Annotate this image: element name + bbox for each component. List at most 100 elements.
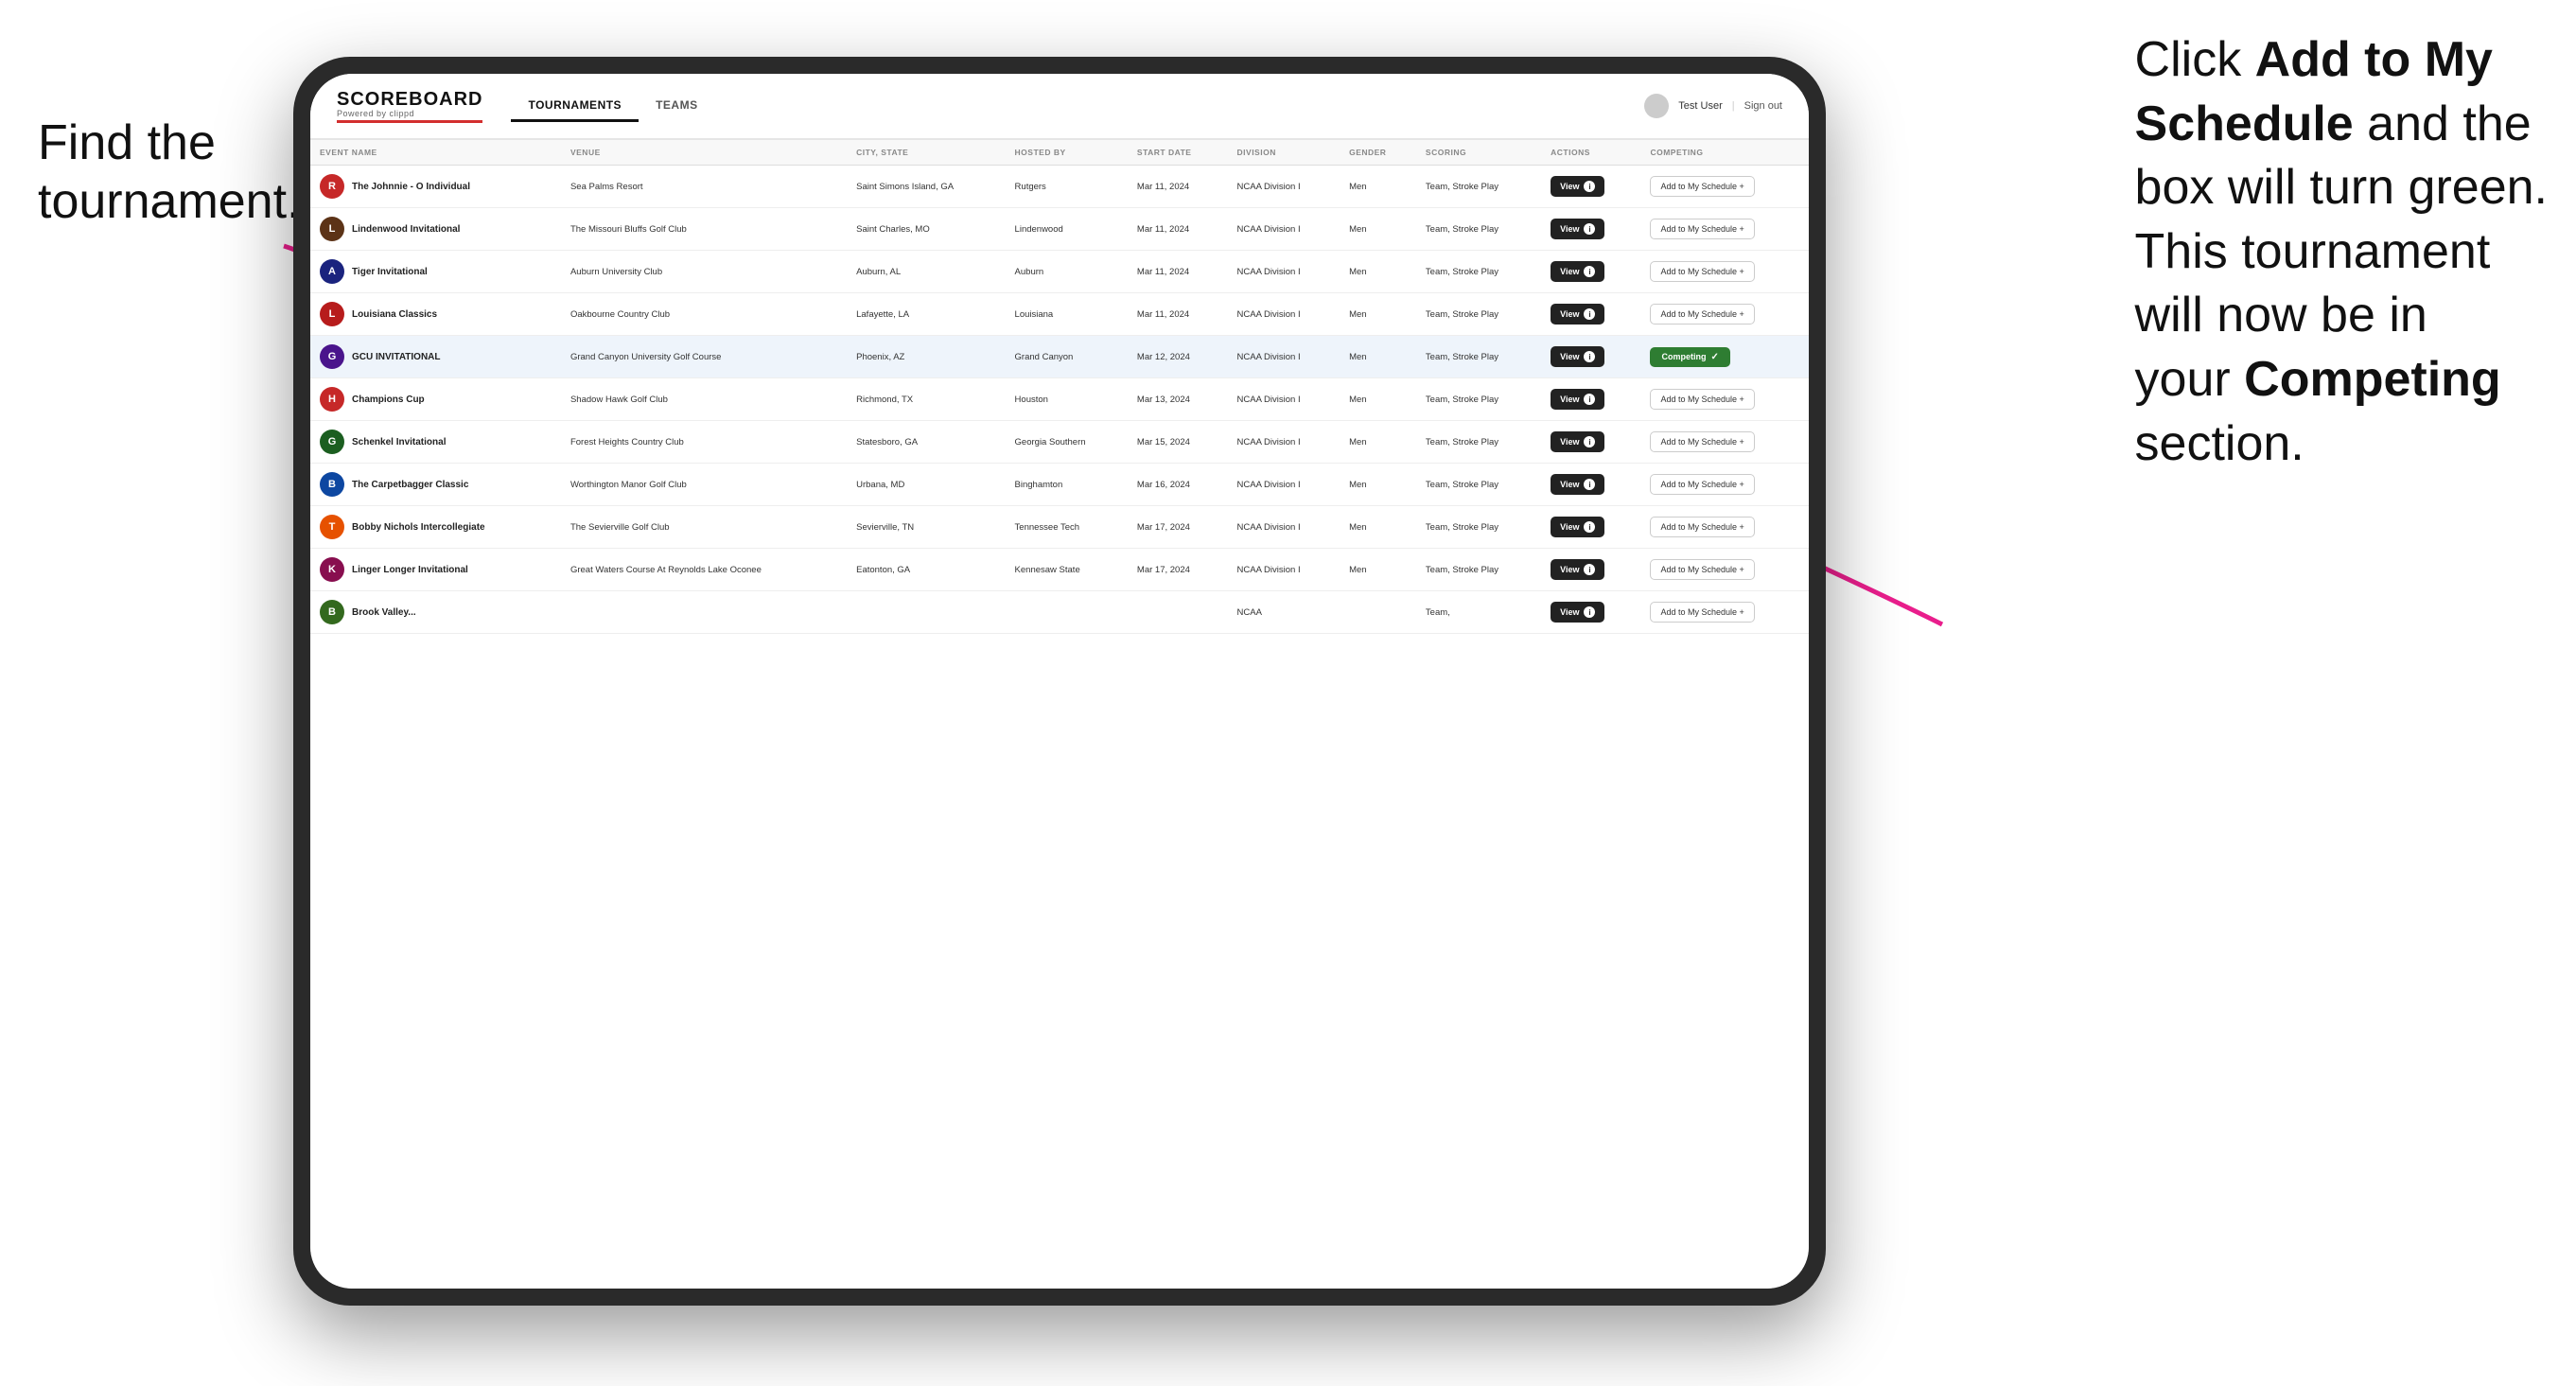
- cell-city-state: Urbana, MD: [847, 464, 1005, 506]
- info-icon: i: [1584, 436, 1595, 447]
- competing-cell: Add to My Schedule +: [1640, 251, 1809, 293]
- event-name: Bobby Nichols Intercollegiate: [352, 522, 485, 533]
- competing-cell: Add to My Schedule +: [1640, 591, 1809, 634]
- view-button[interactable]: View i: [1551, 304, 1604, 325]
- team-logo: A: [320, 259, 344, 284]
- add-to-schedule-button[interactable]: Add to My Schedule +: [1650, 261, 1754, 282]
- cell-hosted-by: Houston: [1006, 378, 1128, 421]
- cell-gender: Men: [1340, 421, 1416, 464]
- competing-cell: Competing ✓: [1640, 336, 1809, 378]
- cell-start-date: Mar 17, 2024: [1128, 549, 1228, 591]
- add-to-schedule-button[interactable]: Add to My Schedule +: [1650, 517, 1754, 537]
- competing-button[interactable]: Competing ✓: [1650, 347, 1729, 367]
- table-row: G GCU INVITATIONAL Grand Canyon Universi…: [310, 336, 1809, 378]
- view-button[interactable]: View i: [1551, 431, 1604, 452]
- cell-hosted-by: Kennesaw State: [1006, 549, 1128, 591]
- cell-venue: Forest Heights Country Club: [561, 421, 847, 464]
- event-name-cell: K Linger Longer Invitational: [310, 549, 561, 591]
- info-icon: i: [1584, 181, 1595, 192]
- cell-scoring: Team, Stroke Play: [1416, 506, 1541, 549]
- cell-gender: Men: [1340, 166, 1416, 208]
- cell-start-date: [1128, 591, 1228, 634]
- col-division: DIVISION: [1228, 140, 1341, 166]
- cell-division: NCAA Division I: [1228, 464, 1341, 506]
- cell-gender: Men: [1340, 464, 1416, 506]
- view-button[interactable]: View i: [1551, 559, 1604, 580]
- view-button[interactable]: View i: [1551, 517, 1604, 537]
- header-left: SCOREBOARD Powered by clippd TOURNAMENTS…: [337, 89, 715, 123]
- cell-division: NCAA Division I: [1228, 251, 1341, 293]
- event-name-cell: A Tiger Invitational: [310, 251, 561, 293]
- cell-hosted-by: Tennessee Tech: [1006, 506, 1128, 549]
- cell-venue: Worthington Manor Golf Club: [561, 464, 847, 506]
- event-name: Louisiana Classics: [352, 309, 437, 320]
- team-logo: L: [320, 302, 344, 326]
- competing-cell: Add to My Schedule +: [1640, 421, 1809, 464]
- add-to-schedule-button[interactable]: Add to My Schedule +: [1650, 602, 1754, 623]
- table-row: K Linger Longer Invitational Great Water…: [310, 549, 1809, 591]
- col-gender: GENDER: [1340, 140, 1416, 166]
- col-hosted-by: HOSTED BY: [1006, 140, 1128, 166]
- view-button[interactable]: View i: [1551, 219, 1604, 239]
- tab-teams[interactable]: TEAMS: [639, 91, 715, 122]
- add-to-schedule-button[interactable]: Add to My Schedule +: [1650, 474, 1754, 495]
- add-to-schedule-button[interactable]: Add to My Schedule +: [1650, 559, 1754, 580]
- cell-gender: [1340, 591, 1416, 634]
- event-name-cell: T Bobby Nichols Intercollegiate: [310, 506, 561, 549]
- team-logo: B: [320, 472, 344, 497]
- cell-scoring: Team, Stroke Play: [1416, 549, 1541, 591]
- add-to-schedule-button[interactable]: Add to My Schedule +: [1650, 219, 1754, 239]
- view-button[interactable]: View i: [1551, 389, 1604, 410]
- table-row: G Schenkel Invitational Forest Heights C…: [310, 421, 1809, 464]
- team-logo: T: [320, 515, 344, 539]
- event-name: Champions Cup: [352, 395, 425, 405]
- cell-division: NCAA Division I: [1228, 336, 1341, 378]
- event-name-cell: B The Carpetbagger Classic: [310, 464, 561, 506]
- actions-cell: View i: [1541, 506, 1640, 549]
- cell-division: NCAA Division I: [1228, 506, 1341, 549]
- event-name-cell: R The Johnnie - O Individual: [310, 166, 561, 208]
- table-container: EVENT NAME VENUE CITY, STATE HOSTED BY S…: [310, 140, 1809, 1289]
- cell-venue: [561, 591, 847, 634]
- cell-gender: Men: [1340, 378, 1416, 421]
- cell-start-date: Mar 17, 2024: [1128, 506, 1228, 549]
- cell-hosted-by: Grand Canyon: [1006, 336, 1128, 378]
- info-icon: i: [1584, 351, 1595, 362]
- cell-city-state: Sevierville, TN: [847, 506, 1005, 549]
- competing-cell: Add to My Schedule +: [1640, 464, 1809, 506]
- cell-division: NCAA: [1228, 591, 1341, 634]
- col-venue: VENUE: [561, 140, 847, 166]
- add-to-schedule-button[interactable]: Add to My Schedule +: [1650, 431, 1754, 452]
- sign-out-link[interactable]: Sign out: [1744, 100, 1782, 112]
- team-logo: L: [320, 217, 344, 241]
- cell-city-state: [847, 591, 1005, 634]
- annotation-left: Find the tournament.: [38, 114, 301, 232]
- team-logo: B: [320, 600, 344, 624]
- add-to-schedule-button[interactable]: Add to My Schedule +: [1650, 304, 1754, 325]
- tab-tournaments[interactable]: TOURNAMENTS: [511, 91, 639, 122]
- add-to-schedule-button[interactable]: Add to My Schedule +: [1650, 389, 1754, 410]
- cell-hosted-by: [1006, 591, 1128, 634]
- view-button[interactable]: View i: [1551, 261, 1604, 282]
- cell-scoring: Team, Stroke Play: [1416, 378, 1541, 421]
- view-button[interactable]: View i: [1551, 346, 1604, 367]
- competing-cell: Add to My Schedule +: [1640, 506, 1809, 549]
- cell-scoring: Team, Stroke Play: [1416, 251, 1541, 293]
- cell-venue: Auburn University Club: [561, 251, 847, 293]
- logo-text: SCOREBOARD: [337, 89, 482, 111]
- annotation-right: Click Add to My Schedule and the box wil…: [2135, 28, 2548, 476]
- add-to-schedule-button[interactable]: Add to My Schedule +: [1650, 176, 1754, 197]
- table-row: L Louisiana Classics Oakbourne Country C…: [310, 293, 1809, 336]
- user-label: Test User: [1678, 100, 1722, 112]
- info-icon: i: [1584, 308, 1595, 320]
- actions-cell: View i: [1541, 336, 1640, 378]
- cell-start-date: Mar 16, 2024: [1128, 464, 1228, 506]
- info-icon: i: [1584, 521, 1595, 533]
- logo-sub: Powered by clippd: [337, 109, 482, 118]
- team-logo: G: [320, 344, 344, 369]
- view-button[interactable]: View i: [1551, 474, 1604, 495]
- cell-hosted-by: Auburn: [1006, 251, 1128, 293]
- view-button[interactable]: View i: [1551, 602, 1604, 623]
- cell-division: NCAA Division I: [1228, 378, 1341, 421]
- view-button[interactable]: View i: [1551, 176, 1604, 197]
